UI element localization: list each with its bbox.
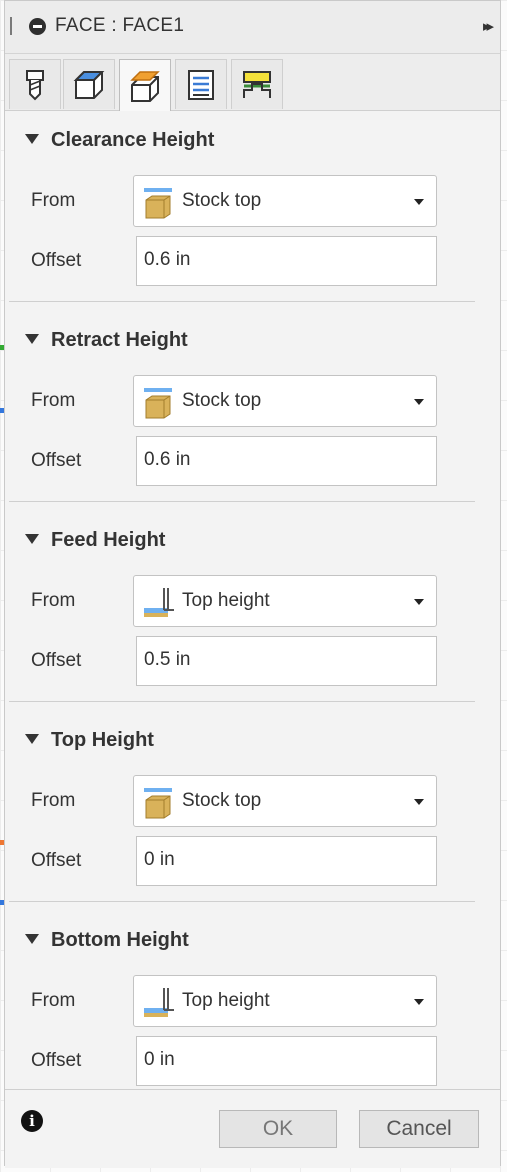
tab-geometry[interactable] (63, 59, 115, 109)
section-feed-height: Feed Height From Top height Offset 0.5 i… (5, 509, 475, 709)
section-divider (9, 301, 475, 302)
collapse-triangle-icon[interactable] (25, 534, 39, 544)
offset-label: Offset (31, 650, 82, 671)
drag-grip-icon[interactable] (10, 17, 12, 35)
cancel-button[interactable]: Cancel (359, 1110, 479, 1148)
top-height-icon (144, 588, 174, 617)
linking-icon (243, 70, 271, 98)
from-select-value: Stock top (182, 390, 262, 411)
collapse-triangle-icon[interactable] (25, 334, 39, 344)
offset-input[interactable]: 0 in (136, 1036, 437, 1086)
from-label: From (31, 790, 76, 811)
from-select[interactable]: Top height (133, 575, 437, 627)
section-title: Retract Height (51, 329, 188, 351)
collapse-triangle-icon[interactable] (25, 734, 39, 744)
from-select[interactable]: Stock top (133, 775, 437, 827)
offset-input[interactable]: 0 in (136, 836, 437, 886)
offset-label: Offset (31, 850, 82, 871)
operation-dialog: FACE : FACE1 ▸▸ Clearance Height From St… (4, 0, 501, 1168)
offset-input[interactable]: 0.5 in (136, 636, 437, 686)
tab-passes[interactable] (175, 59, 227, 109)
dialog-title: FACE : FACE1 (55, 15, 185, 36)
dropdown-arrow-icon (414, 999, 424, 1005)
collapse-triangle-icon[interactable] (25, 934, 39, 944)
section-title: Top Height (51, 729, 154, 751)
section-top-height: Top Height From Stock top Offset 0 in (5, 709, 475, 909)
from-select[interactable]: Top height (133, 975, 437, 1027)
info-icon[interactable]: i (21, 1110, 43, 1132)
section-clearance-height: Clearance Height From Stock top Offset 0… (5, 109, 475, 309)
section-header[interactable]: Bottom Height (25, 929, 189, 952)
from-label: From (31, 590, 76, 611)
section-header[interactable]: Top Height (25, 729, 154, 752)
dropdown-arrow-icon (414, 399, 424, 405)
from-select-value: Stock top (182, 790, 262, 811)
section-retract-height: Retract Height From Stock top Offset 0.6… (5, 309, 475, 509)
section-header[interactable]: Clearance Height (25, 129, 214, 152)
section-header[interactable]: Feed Height (25, 529, 165, 552)
collapse-triangle-icon[interactable] (25, 134, 39, 144)
dropdown-arrow-icon (414, 599, 424, 605)
from-select-value: Stock top (182, 190, 262, 211)
from-label: From (31, 990, 76, 1011)
expand-arrows-icon[interactable]: ▸▸ (483, 17, 494, 35)
from-label: From (31, 190, 76, 211)
tab-tool[interactable] (9, 59, 61, 109)
collapse-icon[interactable] (29, 18, 46, 35)
tab-heights[interactable] (119, 59, 171, 111)
section-title: Bottom Height (51, 929, 189, 951)
offset-label: Offset (31, 450, 82, 471)
geometry-icon (73, 70, 105, 99)
tab-linking[interactable] (231, 59, 283, 109)
dialog-footer: i OK Cancel (5, 1089, 500, 1168)
offset-label: Offset (31, 1050, 82, 1071)
offset-input[interactable]: 0.6 in (136, 236, 437, 286)
offset-label: Offset (31, 250, 82, 271)
offset-input[interactable]: 0.6 in (136, 436, 437, 486)
section-divider (9, 701, 475, 702)
heights-icon (130, 70, 160, 102)
section-bottom-height: Bottom Height From Top height Offset 0 i… (5, 909, 475, 1109)
tool-icon (26, 69, 44, 100)
from-label: From (31, 390, 76, 411)
dialog-titlebar[interactable]: FACE : FACE1 ▸▸ (5, 1, 500, 54)
stock-top-icon (144, 388, 172, 419)
section-title: Clearance Height (51, 129, 215, 151)
from-select-value: Top height (182, 990, 270, 1011)
tab-bar (5, 54, 500, 111)
section-header[interactable]: Retract Height (25, 329, 188, 352)
section-divider (9, 901, 475, 902)
from-select[interactable]: Stock top (133, 375, 437, 427)
dropdown-arrow-icon (414, 199, 424, 205)
from-select[interactable]: Stock top (133, 175, 437, 227)
passes-icon (188, 69, 214, 100)
dropdown-arrow-icon (414, 799, 424, 805)
top-height-icon (144, 988, 174, 1017)
ok-button[interactable]: OK (219, 1110, 337, 1148)
stock-top-icon (144, 788, 172, 819)
stock-top-icon (144, 188, 172, 219)
section-title: Feed Height (51, 529, 166, 551)
section-divider (9, 501, 475, 502)
from-select-value: Top height (182, 590, 270, 611)
